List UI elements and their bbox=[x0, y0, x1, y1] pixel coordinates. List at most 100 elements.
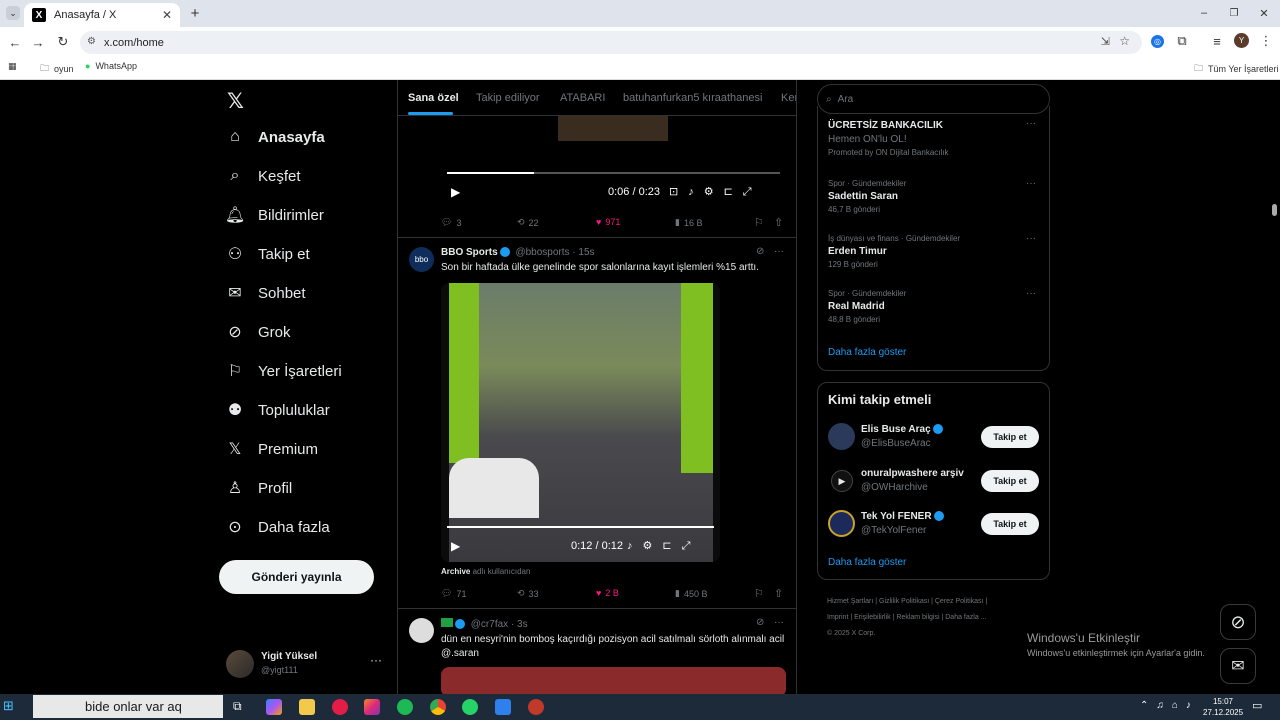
spotify-icon[interactable] bbox=[397, 699, 413, 715]
messages-float-icon[interactable]: ✉ bbox=[1220, 648, 1256, 684]
tab-list-icon[interactable]: ≡ bbox=[1210, 34, 1224, 49]
tab-search-icon[interactable]: ⌄ bbox=[6, 6, 20, 20]
file-explorer-icon[interactable] bbox=[299, 699, 315, 715]
more-icon[interactable]: ··· bbox=[370, 653, 382, 667]
all-bookmarks[interactable]: 🗀 Tüm Yer İşaretleri bbox=[1194, 61, 1279, 77]
video-player[interactable]: ▶ 0:06 / 0:23 ⊡♪⚙⊏⤢ bbox=[441, 100, 786, 207]
author-handle[interactable]: @bbosports · 15s bbox=[515, 247, 594, 258]
nav-notifications[interactable]: 🔔︎ Bildirimler bbox=[225, 206, 324, 225]
footer-links[interactable]: Hizmet Şartları | Gizlilik Politikası | … bbox=[827, 594, 987, 642]
reply-action[interactable]: 💬︎ 71 bbox=[441, 588, 466, 599]
browser-tab[interactable]: X Anasayfa / X ✕ bbox=[24, 3, 180, 27]
back-icon[interactable]: ← bbox=[8, 35, 22, 50]
video-controls-icons[interactable]: ♪⚙⊏⤢ bbox=[627, 539, 700, 553]
reply-action[interactable]: 💬︎ 3 bbox=[441, 217, 461, 228]
profile-avatar[interactable]: Y bbox=[1234, 33, 1249, 48]
like-action[interactable]: ♥ 971 bbox=[596, 217, 620, 227]
nav-chat[interactable]: ✉ Sohbet bbox=[226, 284, 305, 303]
post-button[interactable]: Gönderi yayınla bbox=[219, 560, 374, 594]
nav-follow[interactable]: ⚇ Takip et bbox=[226, 245, 310, 264]
trend-item[interactable]: Spor · Gündemdekiler Sadettin Saran 46,7… bbox=[828, 179, 906, 214]
views-action[interactable]: ▮ 450 B bbox=[675, 588, 707, 599]
tweet-media[interactable] bbox=[441, 667, 786, 694]
more-icon[interactable]: ··· bbox=[774, 617, 784, 628]
chrome-icon[interactable] bbox=[430, 699, 446, 715]
video-player[interactable]: ▶ 0:12 / 0:12 ♪⚙⊏⤢ bbox=[441, 283, 720, 562]
nav-premium[interactable]: 𝕏 Premium bbox=[226, 440, 318, 459]
site-info-icon[interactable]: ⚙ bbox=[87, 36, 96, 47]
close-tab-icon[interactable]: ✕ bbox=[162, 8, 172, 22]
follow-button[interactable]: Takip et bbox=[981, 470, 1039, 492]
reload-icon[interactable]: ↻ bbox=[56, 34, 70, 49]
tab-atabari[interactable]: ATABARI bbox=[560, 92, 605, 104]
nav-grok[interactable]: ⊘ Grok bbox=[226, 323, 290, 342]
show-more-link[interactable]: Daha fazla göster bbox=[828, 557, 906, 568]
media-player-icon[interactable] bbox=[332, 699, 348, 715]
trend-item[interactable]: İş dünyası ve finans · Gündemdekiler Erd… bbox=[828, 234, 960, 269]
install-icon[interactable]: ⇲ bbox=[1101, 35, 1110, 48]
extensions-puzzle-icon[interactable]: ⧉ bbox=[1175, 33, 1189, 48]
nav-more[interactable]: ⊙ Daha fazla bbox=[226, 518, 329, 537]
follow-button[interactable]: Takip et bbox=[981, 513, 1039, 535]
nav-communities[interactable]: ⚉ Topluluklar bbox=[226, 401, 330, 420]
bookmark-icon[interactable]: ⚐ bbox=[754, 216, 764, 229]
more-icon[interactable]: ··· bbox=[774, 246, 784, 257]
bookmark-icon[interactable]: ⚐ bbox=[754, 587, 764, 600]
tab-ker[interactable]: Ker bbox=[781, 92, 796, 104]
avatar[interactable] bbox=[828, 423, 855, 450]
avatar-play-icon[interactable]: ▶ bbox=[831, 470, 853, 492]
promo-item[interactable]: ÜCRETSİZ BANKACILIK Hemen ON'lu OL! Prom… bbox=[828, 120, 949, 157]
follow-user-name[interactable]: Elis Buse Araç bbox=[861, 424, 943, 435]
clock[interactable]: 15:07 27.12.2025 bbox=[1203, 696, 1243, 718]
bookmark-whatsapp[interactable]: ● WhatsApp bbox=[85, 61, 137, 71]
more-icon[interactable]: ··· bbox=[1026, 233, 1036, 244]
nav-explore[interactable]: ⌕ Keşfet bbox=[226, 167, 301, 185]
x-logo-icon[interactable]: 𝕏 bbox=[227, 89, 244, 114]
tab-kiraathanesi[interactable]: batuhanfurkan5 kıraathanesi bbox=[623, 92, 762, 104]
task-view-icon[interactable]: ⧉ bbox=[233, 699, 249, 715]
new-tab-icon[interactable]: + bbox=[188, 5, 202, 22]
more-icon[interactable]: ··· bbox=[1026, 118, 1036, 129]
trend-item[interactable]: Spor · Gündemdekiler Real Madrid 48,8 B … bbox=[828, 289, 906, 324]
video-progress-track[interactable] bbox=[447, 172, 780, 174]
video-progress-track[interactable] bbox=[447, 526, 714, 528]
bookmark-star-icon[interactable]: ☆ bbox=[1119, 34, 1130, 48]
grok-icon[interactable]: ⊘ bbox=[756, 617, 764, 628]
more-icon[interactable]: ··· bbox=[1026, 288, 1036, 299]
whatsapp-icon[interactable] bbox=[462, 699, 478, 715]
play-icon[interactable]: ▶ bbox=[451, 185, 460, 199]
share-icon[interactable]: ⇧ bbox=[774, 587, 783, 600]
minimize-icon[interactable]: – bbox=[1197, 6, 1211, 20]
avatar[interactable] bbox=[828, 510, 855, 537]
bookmark-oyun[interactable]: 🗀 oyun bbox=[40, 61, 74, 77]
shield-icon[interactable] bbox=[495, 699, 511, 715]
forward-icon[interactable]: → bbox=[31, 35, 45, 50]
nav-bookmarks[interactable]: ⚐ Yer İşaretleri bbox=[226, 362, 342, 381]
close-window-icon[interactable]: ✕ bbox=[1257, 6, 1271, 20]
chrome-menu-icon[interactable]: ⋮ bbox=[1259, 33, 1273, 48]
author-name[interactable]: BBO Sports bbox=[441, 247, 498, 258]
account-switcher[interactable]: Yigit Yüksel @yigt111 ··· bbox=[226, 648, 386, 680]
video-controls-icons[interactable]: ⊡♪⚙⊏⤢ bbox=[669, 185, 762, 199]
follow-user-name[interactable]: Tek Yol FENER bbox=[861, 511, 944, 522]
share-icon[interactable]: ⇧ bbox=[774, 216, 783, 229]
repost-action[interactable]: ⟲ 33 bbox=[517, 588, 539, 599]
repost-action[interactable]: ⟲ 22 bbox=[517, 217, 539, 228]
tab-for-you[interactable]: Sana özel bbox=[408, 92, 459, 104]
show-more-link[interactable]: Daha fazla göster bbox=[828, 347, 906, 358]
tab-following[interactable]: Takip ediliyor bbox=[476, 92, 540, 104]
instagram-icon[interactable] bbox=[364, 699, 380, 715]
taskbar-search-input[interactable]: bide onlar var aq bbox=[33, 695, 223, 718]
restore-icon[interactable]: ❐ bbox=[1227, 6, 1241, 20]
copilot-icon[interactable] bbox=[266, 699, 282, 715]
start-icon[interactable]: ⊞ bbox=[3, 698, 19, 714]
grok-icon[interactable]: ⊘ bbox=[756, 246, 764, 257]
url-input[interactable]: ⚙ x.com/home ⇲ ☆ bbox=[80, 31, 1142, 54]
grok-float-icon[interactable]: ⊘ bbox=[1220, 604, 1256, 640]
follow-user-name[interactable]: onuralpwashere arşiv bbox=[861, 468, 964, 479]
notification-icon[interactable]: ▭ bbox=[1252, 699, 1262, 712]
app-icon[interactable] bbox=[528, 699, 544, 715]
avatar[interactable]: bbo bbox=[409, 247, 434, 272]
play-icon[interactable]: ▶ bbox=[451, 539, 460, 553]
like-action[interactable]: ♥ 2 B bbox=[596, 588, 619, 598]
